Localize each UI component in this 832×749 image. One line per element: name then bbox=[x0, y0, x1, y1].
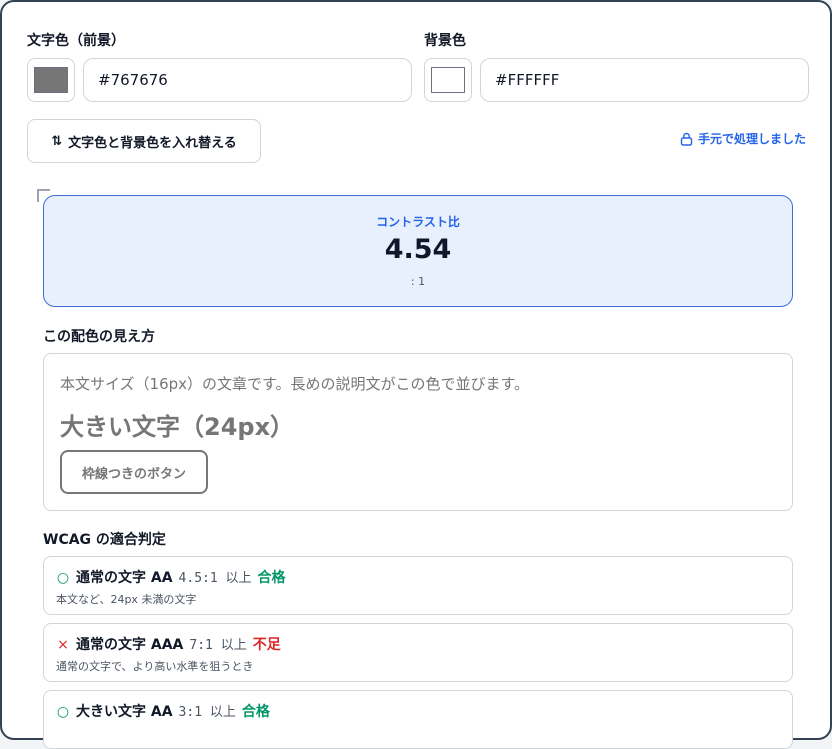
background-color-picker[interactable] bbox=[424, 58, 472, 102]
local-processing-note: 手元で処理しました bbox=[680, 130, 806, 147]
wcag-description: 通常の文字で、より高い水準を狙うとき bbox=[56, 660, 254, 673]
foreground-color-picker[interactable] bbox=[27, 58, 75, 102]
contrast-ratio-unit: : 1 bbox=[410, 275, 426, 288]
lock-icon bbox=[680, 132, 693, 146]
preview-panel: 本文サイズ（16px）の文章です。長めの説明文がこの色で並びます。 大きい文字（… bbox=[43, 353, 793, 511]
contrast-checker-card: 文字色（前景） 背景色 ⇅ 文字色と背景色を入れ替える 手元で処理しました コン… bbox=[0, 0, 832, 749]
background-swatch bbox=[431, 67, 465, 93]
wcag-item-normal-aa: ○ 通常の文字 AA 4.5:1 以上 合格 本文など、24px 未満の文字 bbox=[43, 556, 793, 615]
foreground-label: 文字色（前景） bbox=[27, 33, 125, 49]
preview-body-text: 本文サイズ（16px）の文章です。長めの説明文がこの色で並びます。 bbox=[60, 375, 530, 393]
wcag-result: 合格 bbox=[257, 570, 286, 586]
contrast-ratio-panel: コントラスト比 4.54 : 1 bbox=[43, 195, 793, 307]
pass-icon: ○ bbox=[56, 704, 70, 720]
preview-outline-button[interactable]: 枠線つきのボタン bbox=[60, 450, 208, 494]
wcag-level: 通常の文字 AAA bbox=[76, 637, 184, 653]
background-hex-input[interactable] bbox=[480, 58, 809, 102]
swap-colors-button[interactable]: ⇅ 文字色と背景色を入れ替える bbox=[27, 119, 261, 163]
pass-icon: ○ bbox=[56, 570, 70, 586]
wcag-threshold: 3:1 以上 bbox=[178, 705, 236, 720]
swap-colors-label: 文字色と背景色を入れ替える bbox=[68, 135, 237, 151]
swap-vertical-icon: ⇅ bbox=[51, 133, 63, 149]
background-label: 背景色 bbox=[424, 33, 466, 49]
foreground-swatch bbox=[34, 67, 68, 93]
contrast-ratio-value: 4.54 bbox=[384, 234, 452, 265]
wcag-threshold: 4.5:1 以上 bbox=[178, 571, 252, 586]
wcag-result: 不足 bbox=[252, 637, 281, 653]
local-processing-label: 手元で処理しました bbox=[697, 132, 806, 146]
wcag-level: 大きい文字 AA bbox=[76, 704, 173, 720]
wcag-result: 合格 bbox=[241, 704, 270, 720]
wcag-threshold: 7:1 以上 bbox=[189, 638, 247, 653]
wcag-item-normal-aaa: × 通常の文字 AAA 7:1 以上 不足 通常の文字で、より高い水準を狙うとき bbox=[43, 623, 793, 682]
wcag-description: 本文など、24px 未満の文字 bbox=[56, 593, 197, 606]
fail-icon: × bbox=[57, 637, 69, 653]
foreground-hex-input[interactable] bbox=[83, 58, 412, 102]
wcag-title: WCAG の適合判定 bbox=[43, 532, 166, 548]
wcag-level: 通常の文字 AA bbox=[76, 570, 173, 586]
preview-title: この配色の見え方 bbox=[43, 329, 155, 345]
contrast-ratio-label: コントラスト比 bbox=[376, 215, 460, 229]
preview-large-text: 大きい文字（24px） bbox=[60, 413, 295, 441]
